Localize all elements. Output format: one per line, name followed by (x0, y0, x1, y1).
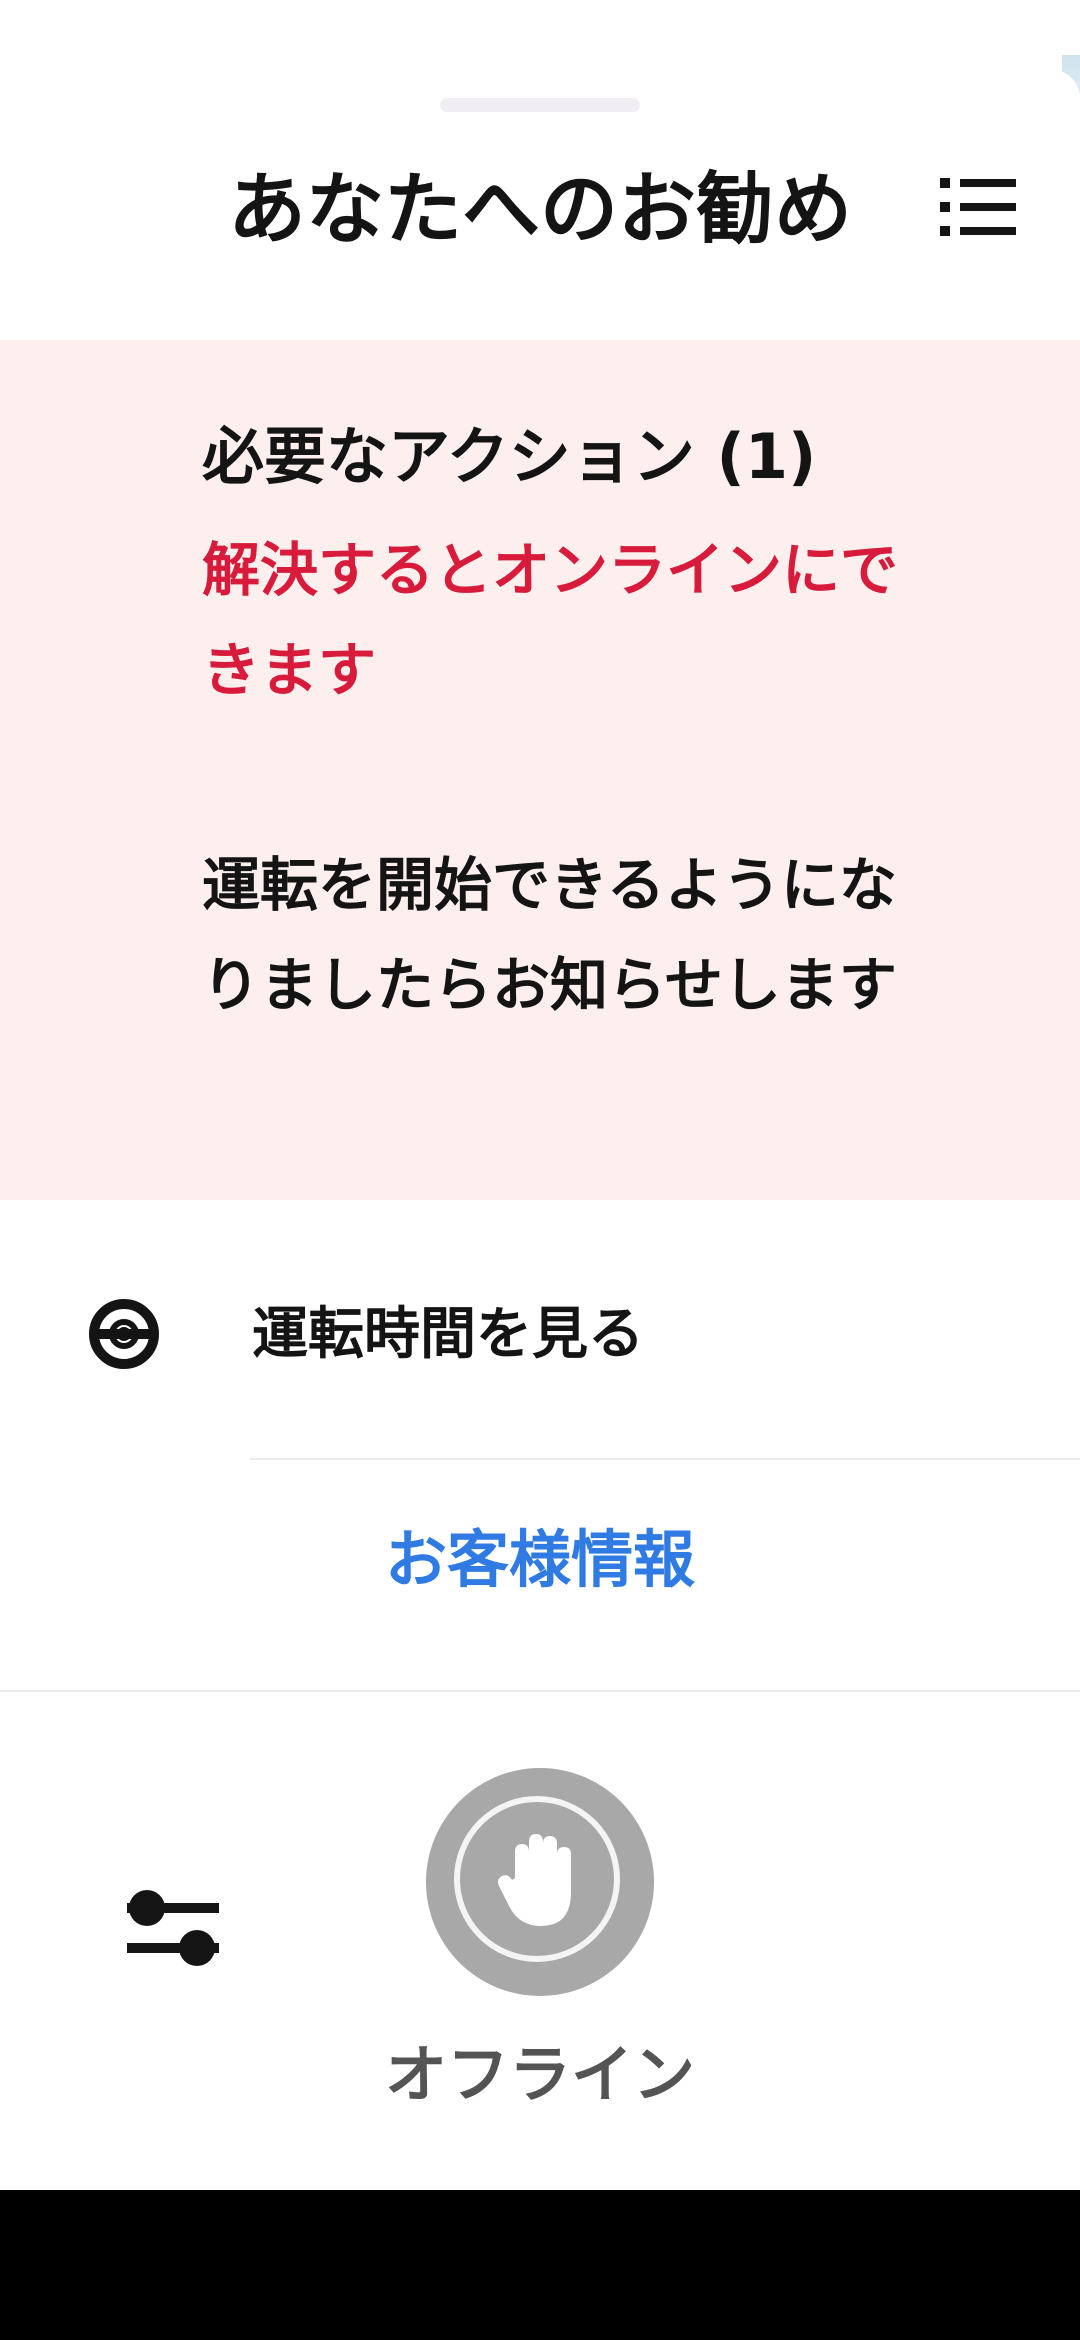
system-navigation-bar (0, 2190, 1080, 2340)
list-icon (940, 178, 1016, 236)
list-menu-button[interactable] (940, 172, 1020, 242)
divider (250, 1458, 1080, 1460)
hand-stop-icon (495, 1830, 585, 1930)
status-label: オフライン (384, 2038, 695, 2111)
action-required-message: 運転を開始できるようになりましたらお知らせします (202, 851, 897, 1019)
sheet-grab-handle[interactable] (440, 98, 640, 112)
status-area (0, 0, 1080, 75)
page-title: あなたへのお勧め (227, 165, 852, 255)
customer-info-link[interactable]: お客様情報 (0, 1515, 1080, 1605)
sliders-icon[interactable] (125, 1885, 225, 1985)
action-required-title: 必要なアクション (1) (202, 420, 817, 493)
driving-hours-label: 運転時間を見る (252, 1302, 644, 1367)
app-screen: あなたへのお勧め 必要なアクション (1) 解決するとオンラインにできます 運転… (0, 0, 1080, 2340)
steering-wheel-icon (88, 1298, 160, 1370)
divider (0, 1690, 1080, 1692)
action-required-subtitle: 解決するとオンラインにできます (202, 536, 899, 704)
